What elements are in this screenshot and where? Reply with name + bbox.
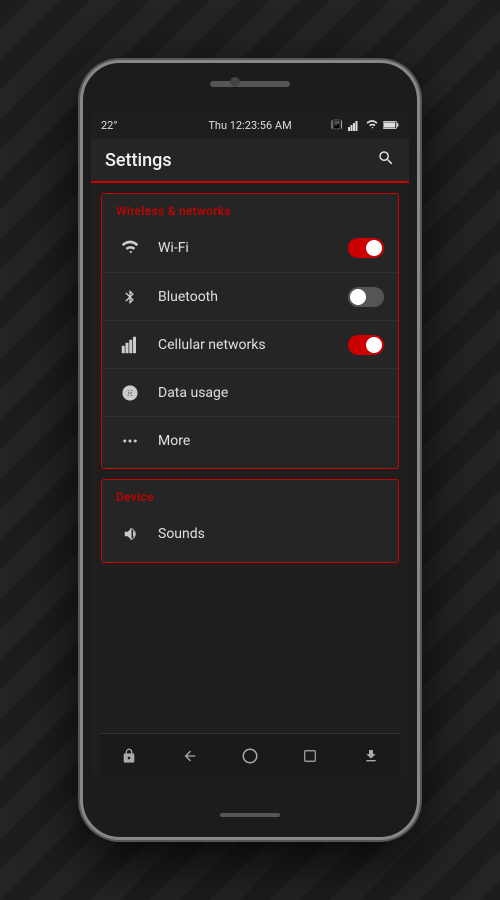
battery-icon — [383, 119, 399, 131]
bluetooth-label: Bluetooth — [158, 289, 348, 305]
wifi-icon — [116, 239, 144, 257]
page-title: Settings — [105, 150, 172, 171]
nav-bar — [99, 733, 401, 777]
recent-nav-icon[interactable] — [290, 738, 330, 774]
cellular-item[interactable]: Cellular networks — [102, 320, 398, 368]
status-bar: 22° Thu 12:23:56 AM 📳 — [91, 111, 409, 139]
cellular-label: Cellular networks — [158, 337, 348, 353]
signal-icon — [347, 119, 361, 131]
device-section: Device Sounds — [101, 479, 399, 563]
data-usage-item[interactable]: Data usage — [102, 368, 398, 416]
lock-nav-icon[interactable] — [109, 738, 149, 774]
sounds-item[interactable]: Sounds — [102, 510, 398, 558]
cellular-icon — [116, 336, 144, 354]
search-icon — [377, 149, 395, 167]
wifi-item[interactable]: Wi-Fi — [102, 224, 398, 272]
app-bar: Settings — [91, 139, 409, 183]
bluetooth-icon — [116, 288, 144, 306]
wireless-section-header: Wireless & networks — [102, 202, 398, 224]
data-usage-icon — [116, 384, 144, 402]
home-indicator — [220, 813, 280, 817]
back-nav-icon[interactable] — [170, 738, 210, 774]
wireless-section: Wireless & networks Wi-Fi — [101, 193, 399, 469]
more-icon — [116, 432, 144, 450]
download-nav-icon[interactable] — [351, 738, 391, 774]
wifi-toggle[interactable] — [348, 238, 384, 258]
phone-frame: 22° Thu 12:23:56 AM 📳 — [80, 60, 420, 840]
settings-content: Wireless & networks Wi-Fi — [91, 183, 409, 733]
home-nav-icon[interactable] — [230, 738, 270, 774]
wifi-label: Wi-Fi — [158, 240, 348, 256]
phone-screen: 22° Thu 12:23:56 AM 📳 — [91, 111, 409, 777]
data-usage-label: Data usage — [158, 385, 384, 401]
bluetooth-toggle[interactable] — [348, 287, 384, 307]
status-icons: 📳 — [331, 119, 399, 131]
temperature: 22° — [101, 119, 117, 132]
device-section-header: Device — [102, 488, 398, 510]
bluetooth-item[interactable]: Bluetooth — [102, 272, 398, 320]
vibrate-icon: 📳 — [331, 120, 343, 131]
sounds-icon — [116, 525, 144, 543]
search-button[interactable] — [377, 149, 395, 171]
sounds-label: Sounds — [158, 526, 384, 542]
power-button[interactable] — [418, 183, 420, 213]
wifi-status-icon — [365, 119, 379, 131]
more-label: More — [158, 433, 384, 449]
clock: Thu 12:23:56 AM — [208, 119, 291, 132]
cellular-toggle[interactable] — [348, 335, 384, 355]
more-item[interactable]: More — [102, 416, 398, 464]
